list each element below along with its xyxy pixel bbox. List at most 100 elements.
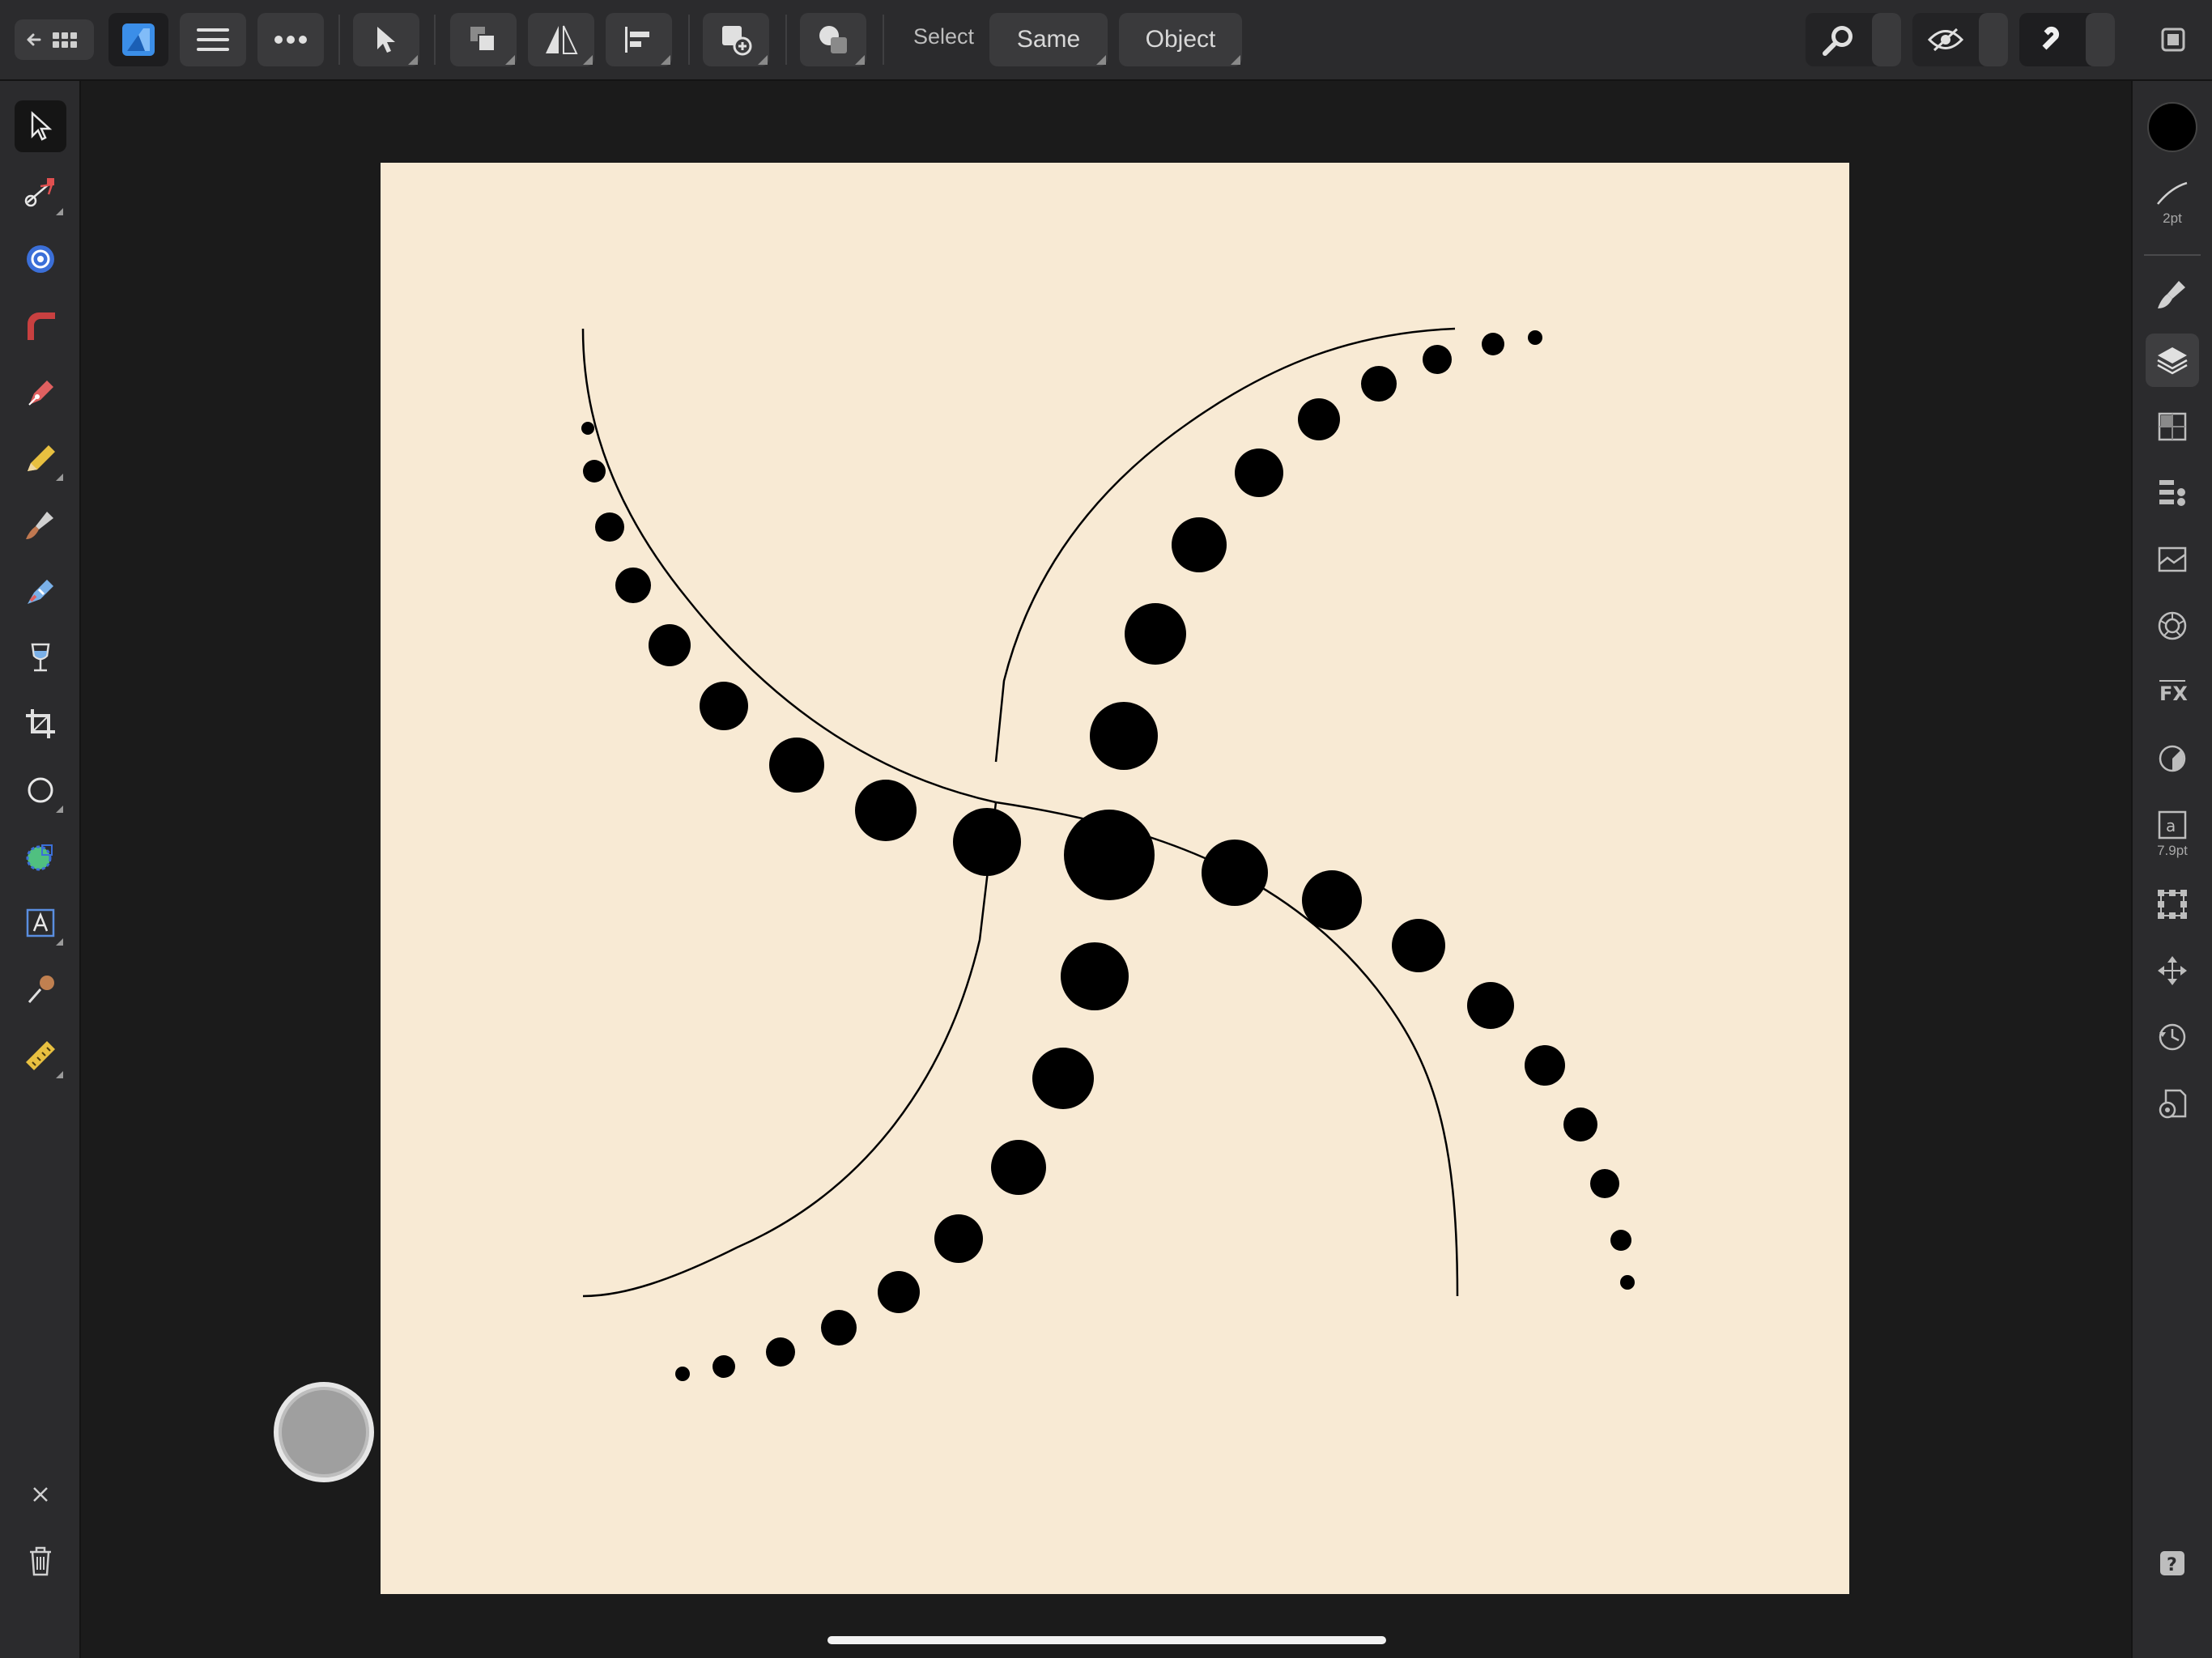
more-icon — [274, 36, 307, 44]
add-object-icon — [722, 26, 752, 56]
adjustments-studio-button[interactable] — [2146, 732, 2199, 785]
transform-icon — [2158, 890, 2187, 919]
navigator-studio-button[interactable] — [2146, 944, 2199, 997]
text-style-icon: a — [2158, 810, 2187, 840]
align-button[interactable] — [606, 13, 672, 66]
boolean-icon — [819, 26, 847, 53]
artistic-text-tool[interactable] — [15, 897, 66, 949]
select-same-button[interactable]: Same — [989, 13, 1108, 66]
back-to-gallery-button[interactable] — [15, 19, 94, 60]
transparency-tool[interactable] — [15, 631, 66, 683]
add-object-button[interactable] — [703, 13, 769, 66]
stroke-studio-button[interactable]: 2pt — [2146, 167, 2199, 240]
history-studio-button[interactable] — [2146, 1010, 2199, 1064]
trash-icon — [30, 1546, 51, 1576]
view-options-button[interactable] — [1979, 13, 2008, 66]
document-settings-button[interactable] — [2146, 1077, 2199, 1130]
text-size-label: 7.9pt — [2157, 843, 2188, 858]
pen-tool[interactable] — [15, 366, 66, 418]
separator — [688, 15, 690, 65]
help-button[interactable]: ? — [2146, 1537, 2199, 1590]
node-tool[interactable] — [15, 167, 66, 219]
brushes-studio-button[interactable] — [2146, 267, 2199, 321]
dot — [615, 568, 651, 603]
zoom-icon — [1823, 26, 1853, 56]
arrange-button[interactable] — [450, 13, 517, 66]
fill-tool[interactable] — [15, 565, 66, 617]
dot — [991, 1140, 1046, 1195]
brushes-icon — [2158, 281, 2185, 308]
arrange-icon — [470, 27, 496, 52]
svg-text:FX: FX — [2159, 682, 2188, 705]
dot — [1482, 333, 1504, 355]
fx-icon: FX — [2159, 680, 2188, 705]
close-button[interactable] — [15, 1469, 66, 1520]
ellipse-tool-icon — [28, 777, 53, 803]
dot — [1525, 1045, 1565, 1086]
center-dot — [1064, 810, 1155, 900]
layers-studio-button[interactable] — [2146, 334, 2199, 387]
crop-tool[interactable] — [15, 698, 66, 750]
move-tool-button[interactable] — [353, 13, 419, 66]
window-button[interactable] — [2150, 13, 2196, 66]
dot — [1590, 1169, 1619, 1198]
transparency-tool-icon — [31, 643, 50, 672]
transform-studio-button[interactable] — [2146, 878, 2199, 931]
vector-brush-tool[interactable] — [15, 499, 66, 551]
dot — [675, 1367, 690, 1381]
flip-button[interactable] — [528, 13, 594, 66]
text-style-studio-button[interactable]: a 7.9pt — [2146, 798, 2199, 871]
select-label: Select — [913, 24, 975, 49]
move-tool-icon — [31, 111, 53, 141]
corner-tool[interactable] — [15, 300, 66, 351]
modifier-button[interactable] — [274, 1382, 374, 1482]
fx-studio-button[interactable]: FX — [2146, 665, 2199, 719]
document-page[interactable] — [381, 163, 1849, 1594]
home-indicator[interactable] — [827, 1636, 1386, 1644]
appearance-studio-button[interactable] — [2146, 466, 2199, 520]
persona-switch-button[interactable] — [108, 13, 168, 66]
separator — [785, 15, 787, 65]
point-transform-icon — [27, 245, 54, 273]
dot — [1090, 702, 1158, 770]
flip-icon — [546, 25, 578, 54]
snapping-options-button[interactable] — [2086, 13, 2115, 66]
fill-color-swatch[interactable] — [2146, 100, 2199, 154]
color-picker-icon — [28, 976, 54, 1003]
back-arrow-icon — [27, 32, 77, 48]
more-button[interactable] — [257, 13, 324, 66]
svg-text:a: a — [2166, 816, 2176, 835]
close-icon — [33, 1487, 48, 1502]
dot — [583, 460, 606, 483]
boolean-button[interactable] — [800, 13, 866, 66]
history-icon — [2159, 1023, 2186, 1051]
dot — [1361, 366, 1397, 402]
grid-icon — [53, 32, 77, 48]
select-object-button[interactable]: Object — [1119, 13, 1242, 66]
fill-tool-icon — [28, 580, 53, 604]
transparency-studio-button[interactable] — [2146, 400, 2199, 453]
shape-builder-tool[interactable] — [15, 831, 66, 882]
artwork-pinwheel[interactable] — [381, 163, 1849, 1594]
color-picker-tool[interactable] — [15, 963, 66, 1015]
divider — [2144, 254, 2201, 256]
measure-tool[interactable] — [15, 1030, 66, 1082]
dot — [934, 1214, 983, 1263]
layers-icon — [2157, 347, 2188, 375]
pencil-tool[interactable] — [15, 432, 66, 484]
zoom-options-button[interactable] — [1872, 13, 1901, 66]
delete-button[interactable] — [15, 1535, 66, 1587]
styles-studio-button[interactable] — [2146, 533, 2199, 586]
artistic-text-icon — [26, 908, 55, 937]
move-tool-icon — [377, 27, 395, 53]
ellipse-tool[interactable] — [15, 764, 66, 816]
canvas-area[interactable] — [81, 81, 2131, 1658]
window-icon — [2161, 28, 2185, 52]
color-studio-button[interactable] — [2146, 599, 2199, 653]
main-menu-button[interactable] — [180, 13, 246, 66]
dot — [581, 422, 594, 435]
dot — [1202, 840, 1268, 906]
view-mode-icon — [1928, 28, 1963, 52]
move-tool[interactable] — [15, 100, 66, 152]
point-transform-tool[interactable] — [15, 233, 66, 285]
